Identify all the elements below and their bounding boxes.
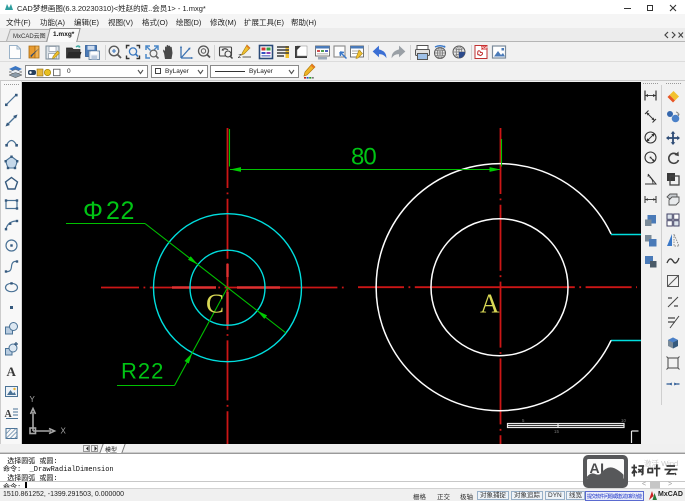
svg-text:5: 5 [522, 418, 525, 423]
svg-text:X: X [61, 427, 67, 436]
svg-text:PDF: PDF [481, 46, 487, 50]
svg-text:A: A [480, 289, 500, 319]
svg-text:C: C [206, 289, 224, 319]
svg-text:A: A [7, 364, 17, 378]
svg-text:R22: R22 [121, 359, 164, 384]
svg-text:Φ 22: Φ 22 [83, 197, 135, 225]
svg-text:Y: Y [30, 395, 36, 404]
svg-text:z: z [238, 53, 242, 60]
svg-text:80: 80 [351, 144, 376, 171]
svg-text:10: 10 [621, 418, 626, 423]
svg-text:15: 15 [554, 429, 559, 434]
